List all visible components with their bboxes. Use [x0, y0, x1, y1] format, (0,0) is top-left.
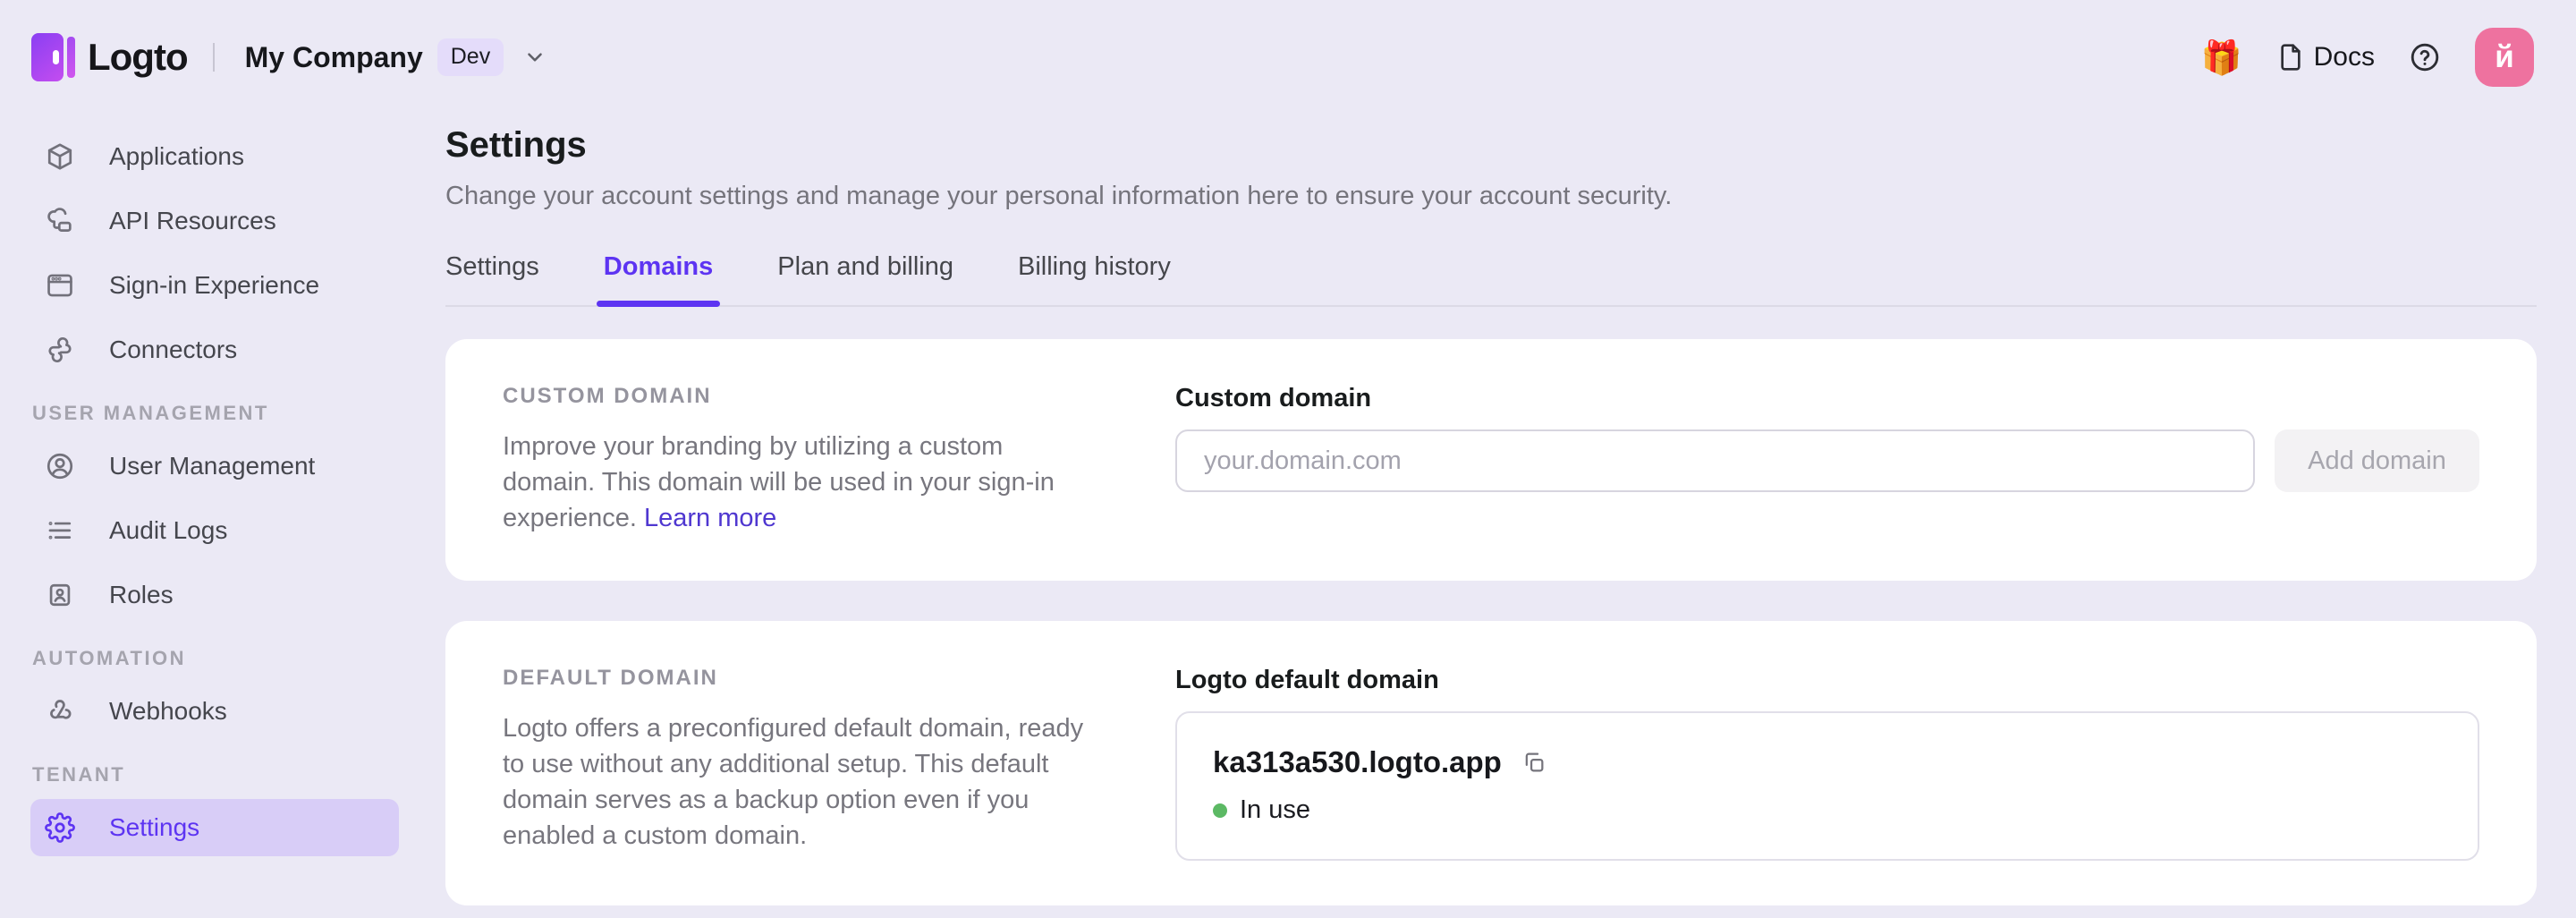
- gear-icon: [45, 812, 75, 843]
- sidebar-section-tenant: TENANT: [32, 763, 445, 786]
- logto-logo-icon[interactable]: [31, 31, 74, 83]
- sidebar-item-label: Webhooks: [109, 697, 227, 726]
- tab-settings[interactable]: Settings: [445, 252, 539, 305]
- default-domain-value: ka313a530.logto.app: [1213, 745, 1502, 779]
- document-icon: [2276, 43, 2305, 72]
- sidebar-section-automation: AUTOMATION: [32, 647, 445, 670]
- sidebar-item-label: Roles: [109, 581, 174, 609]
- default-domain-card: DEFAULT DOMAIN Logto offers a preconfigu…: [445, 621, 2537, 905]
- tab-billing-history[interactable]: Billing history: [1018, 252, 1171, 305]
- custom-domain-field-row: Add domain: [1175, 429, 2479, 492]
- default-domain-section-label: DEFAULT DOMAIN: [503, 666, 1093, 691]
- tenant-name[interactable]: My Company: [245, 41, 423, 74]
- sidebar-item-webhooks[interactable]: Webhooks: [30, 683, 399, 740]
- docs-button[interactable]: Docs: [2276, 42, 2375, 72]
- sidebar-item-label: Audit Logs: [109, 516, 227, 545]
- active-tab-underline: [597, 301, 720, 307]
- sidebar-item-audit-logs[interactable]: Audit Logs: [30, 502, 399, 559]
- custom-domain-field-label: Custom domain: [1175, 384, 2479, 413]
- brand-name: Logto: [88, 36, 188, 79]
- sidebar-section-user-management: USER MANAGEMENT: [32, 402, 445, 425]
- sidebar-item-label: Sign-in Experience: [109, 271, 319, 300]
- custom-domain-input[interactable]: [1175, 429, 2255, 492]
- default-domain-card-body: Logto default domain ka313a530.logto.app…: [1175, 666, 2479, 861]
- tab-plan-and-billing[interactable]: Plan and billing: [777, 252, 953, 305]
- cube-icon: [45, 141, 75, 172]
- webhook-icon: [45, 696, 75, 727]
- page-title: Settings: [445, 123, 2537, 166]
- sidebar-item-api-resources[interactable]: API Resources: [30, 192, 399, 250]
- sidebar-item-label: User Management: [109, 452, 315, 480]
- main-layout: Applications API Resources Sign-in Exper…: [0, 115, 2576, 905]
- custom-domain-card-form: Custom domain Add domain: [1175, 384, 2479, 492]
- tab-domains[interactable]: Domains: [604, 252, 713, 305]
- tenant-env-badge: Dev: [437, 38, 504, 76]
- copy-icon[interactable]: [1521, 750, 1546, 775]
- browser-window-icon: [45, 270, 75, 301]
- custom-domain-card-info: CUSTOM DOMAIN Improve your branding by u…: [503, 384, 1093, 536]
- docs-label: Docs: [2314, 42, 2375, 72]
- main-content: Settings Change your account settings an…: [445, 115, 2537, 905]
- default-domain-description: Logto offers a preconfigured default dom…: [503, 710, 1093, 854]
- id-card-icon: [45, 580, 75, 610]
- domain-status-label: In use: [1240, 795, 1310, 825]
- sidebar-item-label: API Resources: [109, 207, 276, 235]
- topbar: Logto My Company Dev 🎁 Docs й: [0, 0, 2576, 115]
- custom-domain-description-text: Improve your branding by utilizing a cus…: [503, 432, 1055, 532]
- custom-domain-section-label: CUSTOM DOMAIN: [503, 384, 1093, 409]
- sidebar-item-applications[interactable]: Applications: [30, 128, 399, 185]
- user-circle-icon: [45, 451, 75, 481]
- page-subtitle: Change your account settings and manage …: [445, 180, 2537, 212]
- topbar-actions: 🎁 Docs й: [2201, 28, 2534, 87]
- domain-row: ka313a530.logto.app: [1213, 745, 2442, 779]
- user-avatar[interactable]: й: [2475, 28, 2534, 87]
- gift-icon[interactable]: 🎁: [2201, 41, 2242, 74]
- learn-more-link[interactable]: Learn more: [644, 504, 776, 532]
- custom-domain-description: Improve your branding by utilizing a cus…: [503, 429, 1093, 536]
- sidebar-item-connectors[interactable]: Connectors: [30, 321, 399, 378]
- default-domain-field-label: Logto default domain: [1175, 666, 2479, 695]
- help-icon[interactable]: [2409, 41, 2441, 73]
- sidebar-item-user-management[interactable]: User Management: [30, 438, 399, 495]
- list-icon: [45, 515, 75, 546]
- status-dot-icon: [1213, 803, 1227, 818]
- sidebar-item-label: Settings: [109, 813, 199, 842]
- sidebar-item-label: Connectors: [109, 336, 237, 364]
- logo-bar-shape: [67, 37, 75, 78]
- sidebar-item-label: Applications: [109, 142, 244, 171]
- chevron-down-icon[interactable]: [523, 46, 547, 69]
- tab-bar: Settings Domains Plan and billing Billin…: [445, 252, 2537, 307]
- sidebar-item-roles[interactable]: Roles: [30, 566, 399, 624]
- topbar-divider: [213, 43, 215, 72]
- cloud-resource-icon: [45, 206, 75, 236]
- custom-domain-card: CUSTOM DOMAIN Improve your branding by u…: [445, 339, 2537, 581]
- logo-handle-shape: [53, 50, 59, 64]
- default-domain-box: ka313a530.logto.app In use: [1175, 711, 2479, 861]
- add-domain-button[interactable]: Add domain: [2275, 429, 2479, 492]
- sidebar-item-settings[interactable]: Settings: [30, 799, 399, 856]
- domain-status-row: In use: [1213, 795, 2442, 825]
- sidebar: Applications API Resources Sign-in Exper…: [0, 115, 445, 863]
- connectors-icon: [45, 335, 75, 365]
- default-domain-card-info: DEFAULT DOMAIN Logto offers a preconfigu…: [503, 666, 1093, 854]
- brand-group: Logto My Company Dev: [31, 31, 547, 83]
- tab-domains-label: Domains: [604, 252, 713, 281]
- sidebar-item-sign-in-experience[interactable]: Sign-in Experience: [30, 257, 399, 314]
